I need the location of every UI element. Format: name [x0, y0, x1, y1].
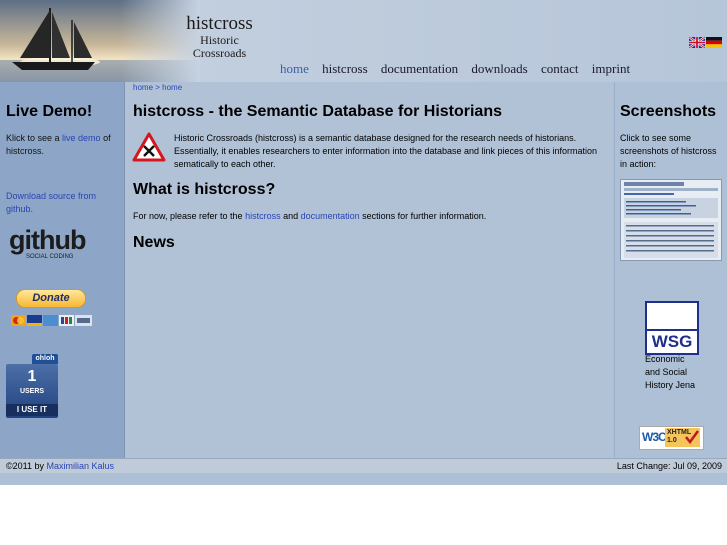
screenshots-text: Click to see some screenshots of histcro…	[620, 133, 717, 169]
ohloh-users-box: 1 USERS I USE IT	[6, 364, 58, 418]
live-demo-heading: Live Demo!	[6, 103, 93, 120]
screenshots-heading: Screenshots	[620, 103, 717, 120]
nav-home[interactable]: home	[280, 61, 309, 76]
wsg-caption-line2: and Social	[645, 367, 688, 377]
users-label: USERS	[19, 388, 45, 395]
sailboat-sunset-image	[0, 0, 200, 82]
github-logo-text: github	[9, 225, 86, 255]
warning-icon	[132, 132, 166, 167]
page-title: histcross - the Semantic Database for Hi…	[133, 103, 502, 120]
english-flag-icon[interactable]	[688, 35, 706, 49]
copyright: ©2011 by Maximilian Kalus	[6, 459, 114, 473]
header: histcross Historic Crossroads home histc…	[0, 0, 727, 82]
copyright-text: ©2011 by	[6, 461, 47, 471]
ohloh-widget[interactable]: ohloh 1 USERS I USE IT	[6, 354, 58, 418]
wsg-logo-text: WSG	[651, 332, 693, 351]
what-is-paragraph: For now, please refer to the histcross a…	[133, 210, 603, 223]
xhtml-box: XHTML 1.0	[665, 428, 700, 447]
footer: ©2011 by Maximilian Kalus Last Change: J…	[0, 458, 727, 473]
download-github-link[interactable]: Download source from github.	[6, 191, 96, 214]
donate-label: Donate	[32, 292, 70, 304]
ohloh-label: ohloh	[32, 354, 58, 364]
live-demo-link[interactable]: live demo	[62, 133, 101, 143]
news-heading: News	[133, 234, 175, 251]
main-navigation: home histcross documentation downloads c…	[280, 61, 640, 77]
what-is-text-mid: and	[280, 211, 301, 221]
wsg-caption-line3: History Jena	[645, 380, 696, 390]
screenshot-thumbnail[interactable]	[620, 179, 722, 261]
histcross-link[interactable]: histcross	[245, 211, 281, 221]
right-sidebar: Screenshots Click to see some screenshot…	[614, 82, 727, 458]
checkmark-icon	[685, 430, 700, 449]
wsg-caption: Economic and Social History Jena	[645, 353, 727, 392]
what-is-text-post: sections for further information.	[359, 211, 487, 221]
nav-documentation[interactable]: documentation	[381, 61, 458, 76]
wsg-logo[interactable]: WSG	[645, 301, 699, 355]
w3c-xhtml-badge[interactable]: W3C XHTML 1.0	[639, 426, 704, 450]
xhtml-version: 1.0	[667, 437, 677, 444]
main-content: home > home histcross - the Semantic Dat…	[125, 82, 613, 458]
what-is-text-pre: For now, please refer to the	[133, 211, 246, 221]
github-logo[interactable]: github SOCIAL CODING	[9, 225, 89, 261]
logo-title: histcross	[186, 13, 253, 34]
i-use-it-label: I USE IT	[6, 404, 58, 416]
author-link[interactable]: Maximilian Kalus	[47, 461, 115, 471]
documentation-link[interactable]: documentation	[301, 211, 360, 221]
nav-imprint[interactable]: imprint	[592, 61, 630, 76]
nav-histcross[interactable]: histcross	[322, 61, 368, 76]
users-count: 1	[27, 368, 37, 385]
what-is-heading: What is histcross?	[133, 181, 276, 198]
site-logo[interactable]: histcross Historic Crossroads	[172, 14, 267, 60]
language-switcher	[688, 35, 723, 53]
breadcrumb[interactable]: home > home	[133, 83, 182, 92]
german-flag-icon[interactable]	[706, 35, 722, 48]
live-demo-text: Klick to see a live demo of histcross.	[6, 132, 118, 158]
last-change: Last Change: Jul 09, 2009	[616, 461, 722, 471]
live-demo-text-pre: Klick to see a	[6, 133, 63, 143]
donate-button[interactable]: Donate	[16, 289, 86, 308]
left-sidebar: Live Demo! Klick to see a live demo of h…	[0, 82, 125, 458]
logo-subtitle-2: Crossroads	[192, 46, 247, 60]
wsg-logo-line	[647, 329, 697, 331]
wsg-caption-line1: Economic	[645, 354, 685, 364]
nav-downloads[interactable]: downloads	[471, 61, 527, 76]
intro-paragraph: Historic Crossroads (histcross) is a sem…	[174, 133, 598, 169]
nav-contact[interactable]: contact	[541, 61, 579, 76]
payment-cards-icon	[11, 313, 92, 331]
page: histcross Historic Crossroads home histc…	[0, 0, 727, 485]
w3c-label: W3C	[642, 430, 667, 444]
